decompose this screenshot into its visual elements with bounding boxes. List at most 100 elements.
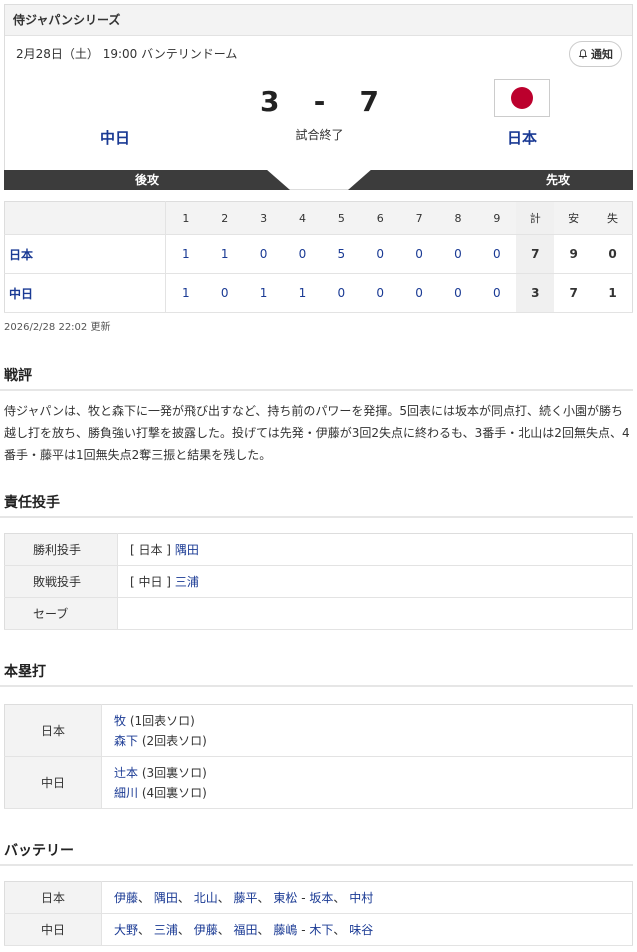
team-header-cell	[4, 201, 167, 235]
inning-score[interactable]: 0	[244, 234, 284, 274]
home-side-label: 後攻	[134, 173, 159, 187]
inning-score[interactable]: 1	[244, 273, 284, 313]
pitchers-table: 勝利投手 [ 日本 ] 隅田 敗戦投手 [ 中日 ] 三浦 セーブ	[4, 533, 633, 630]
table-row: 敗戦投手 [ 中日 ] 三浦	[4, 565, 633, 598]
hr-detail: (1回表ソロ)	[129, 713, 195, 728]
scoreboard-card: 侍ジャパンシリーズ 2月28日（土） 19:00 バンテリンドーム 通知 3 -…	[4, 4, 633, 190]
bell-plus-icon	[578, 49, 588, 59]
pitcher-link[interactable]: 隅田	[154, 891, 178, 905]
row-team[interactable]: 中日	[4, 273, 167, 313]
game-page: 侍ジャパンシリーズ 2月28日（土） 19:00 バンテリンドーム 通知 3 -…	[0, 0, 637, 952]
hr-entry: 牧 (1回表ソロ)	[114, 711, 632, 731]
line-score-row: 中日 1 0 1 1 0 0 0 0 0 3 7 1	[4, 273, 633, 313]
inning-score[interactable]: 1	[283, 273, 322, 313]
inning-score[interactable]: 0	[399, 273, 439, 313]
notify-label: 通知	[591, 48, 613, 61]
pitcher-link[interactable]: 北山	[194, 891, 218, 905]
inning-score[interactable]: 0	[438, 234, 478, 274]
inning-header: 8	[438, 201, 478, 235]
flag-sun	[511, 87, 533, 109]
inning-score[interactable]: 1	[165, 234, 206, 274]
catcher-link[interactable]: 坂本	[309, 891, 333, 905]
pitcher-link[interactable]: 福田	[234, 923, 258, 937]
hr-entry: 細川 (4回裏ソロ)	[114, 783, 632, 803]
hr-batter-link[interactable]: 牧	[114, 714, 126, 728]
inning-score[interactable]: 0	[477, 234, 517, 274]
hr-entry: 森下 (2回表ソロ)	[114, 731, 632, 751]
win-pitcher-link[interactable]: 隅田	[175, 543, 199, 557]
inning-score[interactable]: 5	[321, 234, 361, 274]
inning-score[interactable]: 1	[165, 273, 206, 313]
hr-detail: (3回裏ソロ)	[141, 765, 207, 780]
notify-button[interactable]: 通知	[569, 41, 622, 67]
table-row: 日本 牧 (1回表ソロ) 森下 (2回表ソロ)	[4, 704, 633, 757]
inning-score[interactable]: 0	[438, 273, 478, 313]
pitcher-link[interactable]: 東松	[273, 891, 297, 905]
inning-score[interactable]: 0	[360, 273, 400, 313]
away-score: 7	[359, 85, 379, 118]
pitcher-link[interactable]: 伊藤	[114, 891, 138, 905]
hr-cell: 辻本 (3回裏ソロ) 細川 (4回裏ソロ)	[101, 756, 633, 809]
battery-team: 中日	[4, 913, 102, 946]
pitcher-link[interactable]: 伊藤	[194, 923, 218, 937]
updated-timestamp: 2026/2/28 22:02 更新	[4, 322, 111, 333]
catcher-link[interactable]: 中村	[349, 891, 373, 905]
win-team: [ 日本 ]	[130, 543, 171, 557]
inning-header: 4	[283, 201, 322, 235]
line-score-row: 日本 1 1 0 0 5 0 0 0 0 7 9 0	[4, 234, 633, 274]
homeruns-table: 日本 牧 (1回表ソロ) 森下 (2回表ソロ) 中日 辻本 (3回裏ソロ) 細川…	[4, 704, 633, 809]
hr-detail: (4回裏ソロ)	[141, 785, 207, 800]
hr-cell: 牧 (1回表ソロ) 森下 (2回表ソロ)	[101, 704, 633, 757]
hr-team: 日本	[4, 704, 102, 757]
loss-pitcher-link[interactable]: 三浦	[175, 575, 199, 589]
loss-pitcher-cell: [ 中日 ] 三浦	[117, 565, 633, 598]
inning-score[interactable]: 0	[283, 234, 322, 274]
save-pitcher-cell	[117, 597, 633, 630]
pitcher-link[interactable]: 三浦	[154, 923, 178, 937]
row-team[interactable]: 日本	[4, 234, 167, 274]
loss-label: 敗戦投手	[4, 565, 118, 598]
table-row: 勝利投手 [ 日本 ] 隅田	[4, 533, 633, 566]
pitcher-link[interactable]: 藤嶋	[273, 923, 297, 937]
inning-score[interactable]: 0	[399, 234, 439, 274]
game-datetime: 2月28日（土） 19:00 バンテリンドーム	[16, 47, 238, 61]
inning-score[interactable]: 0	[205, 273, 245, 313]
inning-score[interactable]: 1	[205, 234, 245, 274]
catcher-link[interactable]: 木下	[309, 923, 333, 937]
inning-header: 2	[205, 201, 245, 235]
win-label: 勝利投手	[4, 533, 118, 566]
review-text: 侍ジャパンは、牧と森下に一発が飛び出すなど、持ち前のパワーを発揮。5回表には坂本…	[4, 404, 630, 462]
inning-score[interactable]: 0	[477, 273, 517, 313]
total-runs: 3	[516, 273, 555, 313]
errors-header: 失	[593, 201, 633, 235]
pitcher-link[interactable]: 藤平	[234, 891, 258, 905]
hr-batter-link[interactable]: 細川	[114, 786, 138, 800]
table-row: 中日 辻本 (3回裏ソロ) 細川 (4回裏ソロ)	[4, 756, 633, 809]
away-side-bar: 先攻	[348, 170, 633, 190]
battery-cell: 伊藤、 隅田、 北山、 藤平、 東松 - 坂本、 中村	[101, 881, 633, 914]
total-errors: 1	[593, 273, 633, 313]
away-team-name[interactable]: 日本	[492, 127, 552, 148]
pitcher-link[interactable]: 大野	[114, 923, 138, 937]
inning-score[interactable]: 0	[360, 234, 400, 274]
home-team-name[interactable]: 中日	[85, 127, 145, 148]
inning-score[interactable]: 0	[321, 273, 361, 313]
homeruns-heading: 本塁打	[0, 661, 633, 687]
away-side-label: 先攻	[545, 173, 570, 187]
series-title: 侍ジャパンシリーズ	[5, 5, 632, 36]
hr-batter-link[interactable]: 森下	[114, 734, 138, 748]
catcher-link[interactable]: 味谷	[349, 923, 373, 937]
total-runs: 7	[516, 234, 555, 274]
battery-team: 日本	[4, 881, 102, 914]
table-row: セーブ	[4, 597, 633, 630]
total-header: 計	[516, 201, 555, 235]
total-hits: 7	[554, 273, 594, 313]
table-row: 中日 大野、 三浦、 伊藤、 福田、 藤嶋 - 木下、 味谷	[4, 913, 633, 946]
home-score: 3	[260, 85, 280, 118]
line-score-table: 1 2 3 4 5 6 7 8 9 計 安 失 日本 1 1 0 0 5 0 0…	[4, 201, 633, 313]
home-side-bar: 後攻	[4, 170, 290, 190]
loss-team: [ 中日 ]	[130, 575, 171, 589]
review-heading: 戦評	[0, 365, 633, 391]
inning-header: 1	[165, 201, 206, 235]
hr-batter-link[interactable]: 辻本	[114, 766, 138, 780]
